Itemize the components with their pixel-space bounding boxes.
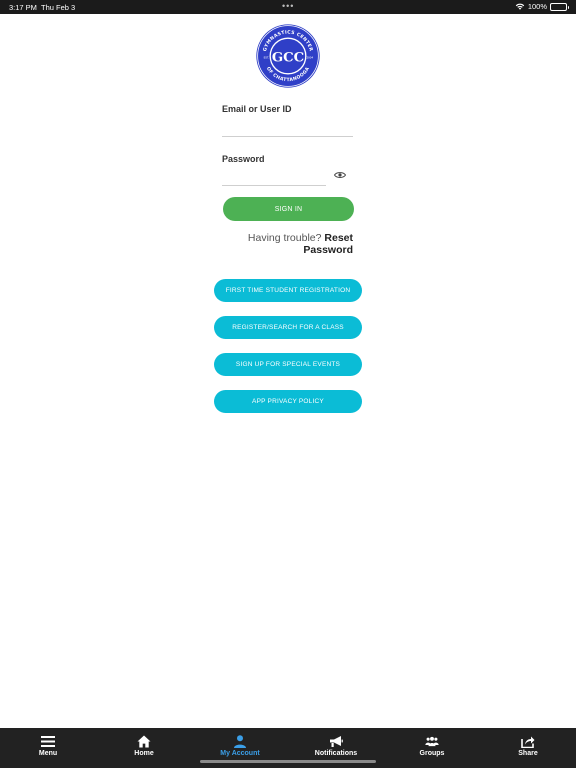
user-icon <box>234 735 246 748</box>
trouble-row: Having trouble? Reset Password <box>213 232 353 256</box>
status-time: 3:17 PM <box>9 3 37 12</box>
multitasking-dots[interactable]: ••• <box>282 1 294 11</box>
password-label: Password <box>222 154 265 164</box>
tab-label: Home <box>134 750 154 757</box>
battery-percent: 100% <box>527 2 547 11</box>
wifi-icon <box>515 3 525 10</box>
signin-button[interactable]: SIGN IN <box>223 197 354 221</box>
status-bar: 3:17 PM Thu Feb 3 ••• 100% <box>0 0 576 14</box>
tab-label: Notifications <box>314 750 358 757</box>
megaphone-icon <box>330 736 343 747</box>
menu-icon <box>41 736 55 747</box>
email-underline <box>222 136 353 137</box>
tab-menu[interactable]: Menu <box>0 728 96 768</box>
groups-icon <box>425 736 439 747</box>
eye-icon[interactable] <box>334 170 346 180</box>
home-icon <box>137 735 151 748</box>
password-input[interactable] <box>222 166 326 185</box>
tab-label: Menu <box>38 750 58 757</box>
tab-groups[interactable]: Groups <box>384 728 480 768</box>
status-date: Thu Feb 3 <box>41 3 76 12</box>
logo-est: EST. <box>264 56 270 60</box>
logo-initials: GCC <box>272 50 304 65</box>
tab-label: Share <box>518 750 538 757</box>
email-input[interactable] <box>222 116 353 136</box>
password-underline <box>222 185 326 186</box>
first-time-registration-button[interactable]: FIRST TIME STUDENT REGISTRATION <box>214 279 362 302</box>
logo-year: 2004 <box>306 56 313 60</box>
tab-share[interactable]: Share <box>480 728 576 768</box>
special-events-button[interactable]: SIGN UP FOR SPECIAL EVENTS <box>214 353 362 376</box>
gcc-logo: GYMNASTICS CENTER OF CHATTANOOGA EST. 20… <box>256 24 320 88</box>
privacy-policy-button[interactable]: APP PRIVACY POLICY <box>214 390 362 413</box>
battery-icon <box>550 2 569 11</box>
tab-home[interactable]: Home <box>96 728 192 768</box>
home-indicator[interactable] <box>200 760 376 763</box>
tab-label: My Account <box>220 750 260 757</box>
trouble-text: Having trouble? <box>247 232 322 244</box>
register-search-class-button[interactable]: REGISTER/SEARCH FOR A CLASS <box>214 316 362 339</box>
status-right: 100% <box>515 2 569 11</box>
email-label: Email or User ID <box>222 104 292 114</box>
tab-label: Groups <box>419 750 445 757</box>
share-icon <box>521 736 535 748</box>
